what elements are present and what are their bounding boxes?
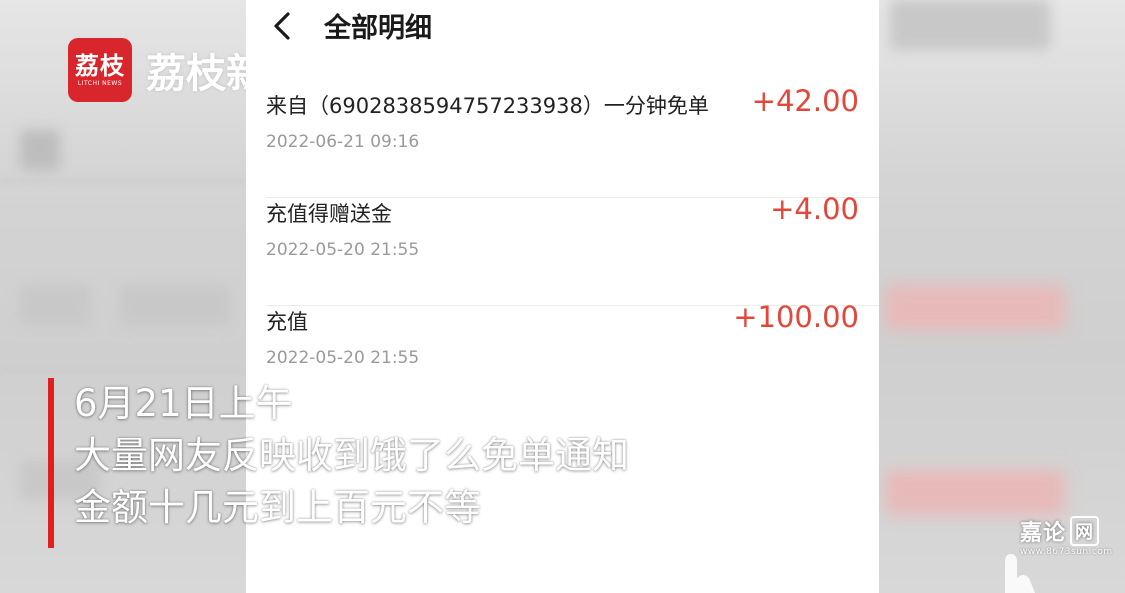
background-blur-shape <box>20 130 60 170</box>
background-blur-amount <box>885 470 1065 515</box>
transaction-amount: +100.00 <box>733 300 859 334</box>
news-caption: 6月21日上午 大量网友反映收到饿了么免单通知 金额十几元到上百元不等 <box>48 378 629 548</box>
transaction-amount: +42.00 <box>751 84 859 118</box>
transaction-description: 充值得赠送金 <box>266 202 392 226</box>
transaction-row[interactable]: 充值得赠送金 2022-05-20 21:55 +4.00 <box>246 192 879 306</box>
brand: 荔枝 LITCHI NEWS 荔枝新 <box>68 38 266 102</box>
brand-logo-subtext: LITCHI NEWS <box>77 80 123 87</box>
caption-line: 6月21日上午 <box>74 382 293 425</box>
page-title: 全部明细 <box>324 13 432 44</box>
watermark-box: 网 <box>1070 516 1100 546</box>
transaction-description: 充值 <box>266 310 308 334</box>
hand-cursor-icon <box>1005 554 1035 593</box>
chevron-left-icon[interactable] <box>268 8 298 44</box>
page-header: 全部明细 <box>246 0 879 52</box>
transaction-description: 来自（6902838594757233938）一分钟免单 <box>266 94 709 118</box>
caption-line: 金额十几元到上百元不等 <box>74 486 481 529</box>
transaction-time: 2022-05-20 21:55 <box>266 240 420 260</box>
transaction-row[interactable]: 来自（6902838594757233938）一分钟免单 2022-06-21 … <box>246 84 879 198</box>
background-blur-shape <box>890 0 1050 50</box>
brand-logo-glyph: 荔枝 <box>75 52 125 80</box>
transaction-time: 2022-05-20 21:55 <box>266 348 420 368</box>
brand-logo: 荔枝 LITCHI NEWS <box>68 38 132 102</box>
background-blur-shape <box>120 285 230 325</box>
caption-line: 大量网友反映收到饿了么免单通知 <box>74 434 629 477</box>
background-blur-amount <box>885 285 1065 330</box>
transaction-time: 2022-06-21 09:16 <box>266 132 420 152</box>
background-blur-shape <box>20 285 90 325</box>
watermark-logo: 嘉论 网 <box>1020 515 1116 547</box>
watermark-text: 嘉论 <box>1020 521 1067 546</box>
background-blur-divider <box>0 180 245 182</box>
transaction-amount: +4.00 <box>770 192 859 226</box>
background-blur-divider <box>0 370 245 372</box>
